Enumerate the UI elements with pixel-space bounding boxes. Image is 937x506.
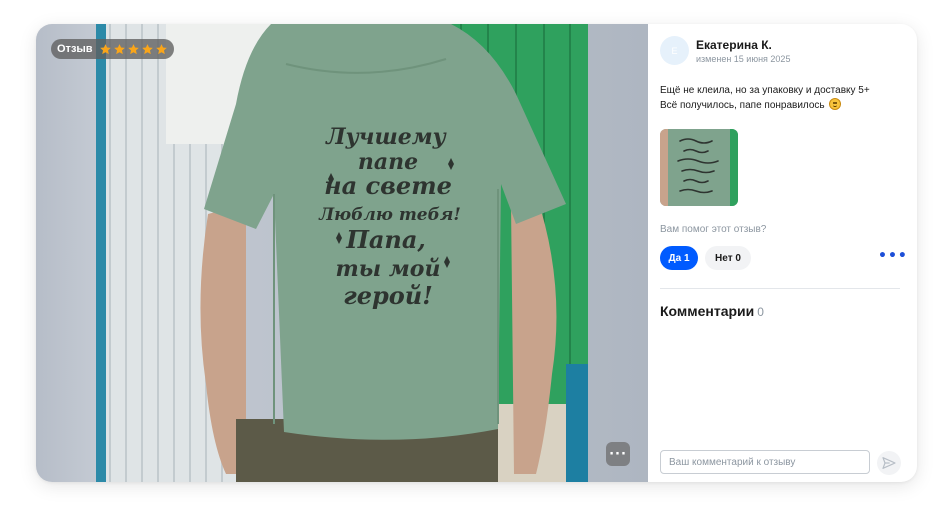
divider <box>660 288 900 289</box>
print-line-7: герой! <box>343 281 433 310</box>
comments-heading: Комментарии 0 <box>660 303 764 319</box>
rating-stars <box>99 43 168 56</box>
star-icon <box>99 43 111 54</box>
review-rating-badge: Отзыв <box>51 39 174 59</box>
print-line-1: Лучшему <box>325 124 448 150</box>
review-card: Лучшему папе на свете Люблю тебя! Папа, … <box>36 24 917 482</box>
star-icon <box>127 43 139 54</box>
helpful-question: Вам помог этот отзыв? <box>660 224 767 235</box>
review-panel: Е Екатерина К. изменен 15 июня 2025 Ещё … <box>648 24 917 482</box>
review-photo[interactable]: Лучшему папе на свете Люблю тебя! Папа, … <box>96 24 588 482</box>
smile-emoji-icon <box>829 98 842 110</box>
print-line-3: на свете <box>324 171 452 200</box>
print-line-5: Папа, <box>345 225 426 254</box>
print-line-4: Люблю тебя! <box>318 205 461 225</box>
media-more-button[interactable]: ··· <box>606 442 630 466</box>
send-icon <box>882 457 896 469</box>
comments-title: Комментарии <box>660 303 755 319</box>
comment-input[interactable] <box>660 450 870 474</box>
review-photo-thumbnail[interactable] <box>660 129 738 206</box>
badge-label: Отзыв <box>57 43 93 55</box>
review-text-line-1: Ещё не клеила, но за упаковку и доставку… <box>660 85 870 96</box>
helpful-no-button[interactable]: Нет 0 <box>705 246 751 270</box>
comments-count: 0 <box>757 305 764 319</box>
more-options-icon[interactable]: ••• <box>878 249 907 266</box>
review-text-line-2: Всё получилось, папе понравилось <box>660 98 910 113</box>
star-icon <box>113 43 125 54</box>
review-text: Ещё не клеила, но за упаковку и доставку… <box>660 84 910 113</box>
author-name[interactable]: Екатерина К. <box>696 38 772 52</box>
star-icon <box>141 43 153 54</box>
review-media-viewer[interactable]: Лучшему папе на свете Люблю тебя! Папа, … <box>36 24 648 482</box>
print-line-6: ты мой <box>336 256 441 282</box>
avatar[interactable]: Е <box>660 36 689 65</box>
review-date: изменен 15 июня 2025 <box>696 54 791 64</box>
send-comment-button[interactable] <box>877 451 901 475</box>
star-icon <box>155 43 167 54</box>
helpful-yes-button[interactable]: Да 1 <box>660 246 698 270</box>
